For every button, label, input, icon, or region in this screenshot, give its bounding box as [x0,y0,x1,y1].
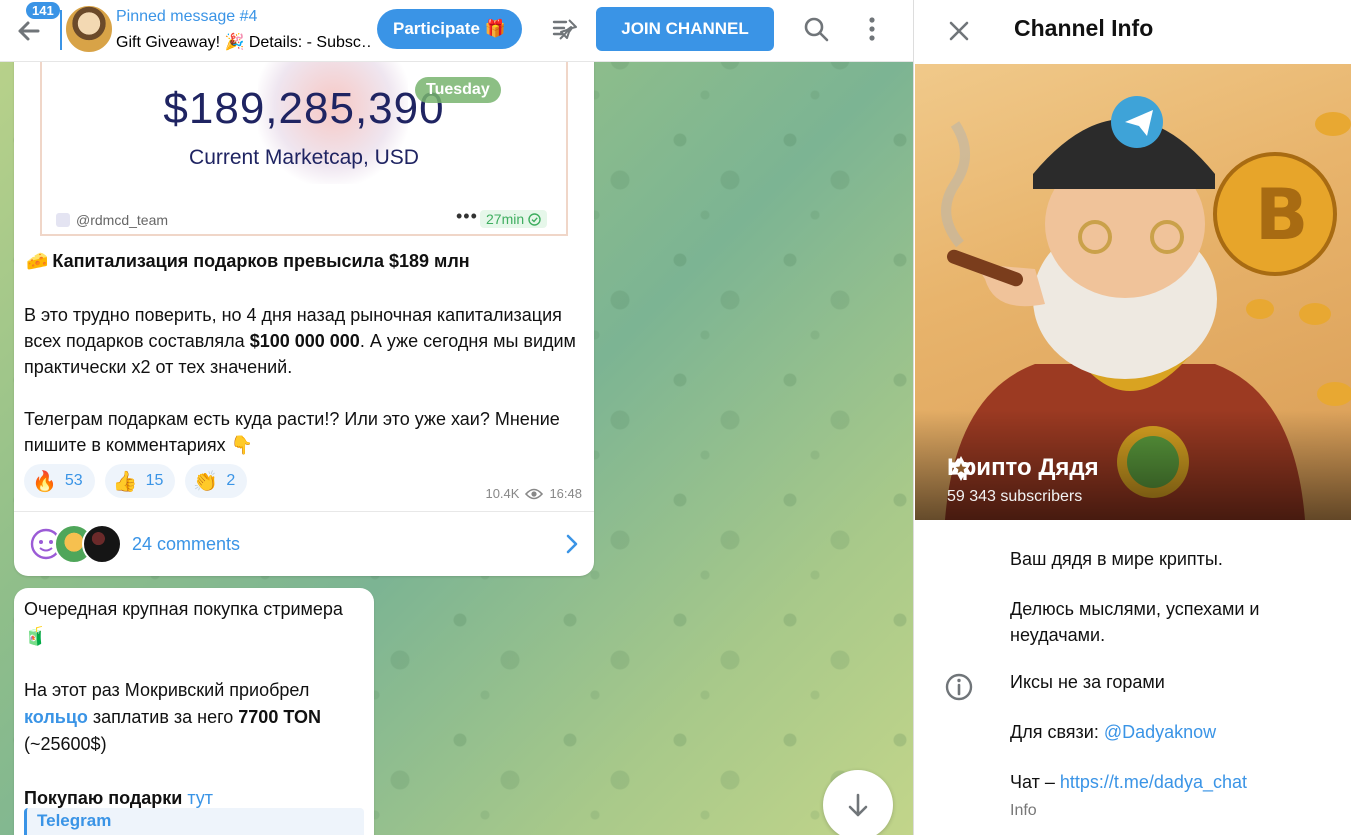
back-arrow-icon[interactable] [12,14,46,48]
view-count: 10.4K [485,486,520,501]
ring-link[interactable]: кольцо [24,707,88,727]
bold-amount: $100 000 000 [249,331,360,351]
reaction-clap[interactable]: 👏 2 [185,464,248,498]
info-lines: Иксы не за горами Для связи: @Dadyaknow … [1010,672,1340,822]
embed-time-badge: 27min [480,210,548,228]
post-paragraph-2: Телеграм подаркам есть куда расти!? Или … [24,409,560,455]
handle-text: @rdmcd_team [76,212,169,228]
comments-link[interactable]: 24 comments [14,511,594,576]
fire-icon: 🔥 [32,470,57,493]
post-body: В это трудно поверить, но 4 дня назад ры… [24,302,584,484]
chat-area: 141 Pinned message #4 Gift Giveaway! 🎉 D… [0,0,913,835]
post-2-paragraph: На этот раз Мокривский приобрел кольцо з… [24,680,321,754]
avatar [82,524,122,564]
channel-name: Крипто Дядя [947,454,1099,482]
reaction-count: 53 [64,472,83,489]
description-line-2: Делюсь мыслями, успехами и неудачами. [1010,599,1260,645]
post-2-line-1: Очередная крупная покупка стримера 🧃 [24,599,343,646]
channel-info-panel: Channel Info B Крипто Дядя 59 343 subscr… [913,0,1351,835]
info-title: Channel Info [1014,15,1154,41]
info-caption: Info [1010,802,1037,819]
pinned-message-title[interactable]: Pinned message #4 [116,8,257,26]
participate-button[interactable]: Participate 🎁 [377,9,522,49]
unread-count-badge: 141 [26,2,60,19]
reaction-count: 15 [145,472,164,489]
embed-dots: ••• [456,206,478,226]
message-meta: 10.4K 16:48 [485,486,582,501]
description-line-1: Ваш дядя в мире крипты. [1010,549,1223,569]
join-channel-button[interactable]: JOIN CHANNEL [596,7,774,51]
check-circle-icon [528,212,541,226]
pinned-list-icon[interactable] [551,16,579,44]
handle-avatar-icon [56,213,70,227]
chevron-right-icon [566,534,578,554]
svg-text:B: B [1255,174,1308,256]
pinned-thumbnail[interactable] [64,4,114,54]
channel-cover[interactable]: B Крипто Дядя 59 343 subscribers [915,64,1351,520]
info-line-2: Для связи: @Dadyaknow [1010,722,1217,742]
pinned-indicator [60,10,62,50]
search-icon[interactable] [802,15,830,43]
post-paragraph-1: В это трудно поверить, но 4 дня назад ры… [24,305,576,377]
pinned-message-text[interactable]: Gift Giveaway! 🎉 Details: - Subsc… [116,32,372,52]
eye-icon [525,488,544,499]
verified-star-icon [950,456,972,481]
cheese-emoji-icon: 🧀 [26,251,49,271]
embed-handle: @rdmcd_team [56,212,168,228]
contact-link[interactable]: @Dadyaknow [1104,722,1216,742]
post-title: 🧀 Капитализация подарков превысила $189 … [26,251,470,272]
more-options-icon[interactable] [858,15,886,43]
date-separator: Tuesday [415,77,501,103]
subscriber-count: 59 343 subscribers [947,488,1083,505]
chat-header: 141 Pinned message #4 Gift Giveaway! 🎉 D… [0,0,913,62]
chat-link[interactable]: https://t.me/dadya_chat [1060,772,1247,792]
commenter-avatars [26,524,136,564]
channel-description: Ваш дядя в мире крипты. Делюсь мыслями, … [1010,546,1330,672]
link-preview[interactable]: Telegram [24,808,364,835]
here-link[interactable]: тут [187,788,213,808]
reaction-count: 2 [226,472,236,489]
info-line-1: Иксы не за горами [1010,672,1165,692]
info-line-3: Чат – https://t.me/dadya_chat [1010,772,1247,792]
bold-ton: 7700 TON [238,707,321,727]
market-label: Current Marketcap, USD [189,146,419,169]
channel-post: $189,285,390 Current Marketcap, USD @rdm… [14,44,594,576]
thumbs-up-icon: 👍 [112,470,138,493]
arrow-down-icon [848,793,868,817]
scroll-down-button[interactable] [823,770,893,835]
message-time: 16:48 [549,486,582,501]
info-header: Channel Info [914,0,1351,62]
clap-icon: 👏 [193,470,219,493]
reactions-bar: 🔥 53 👍 15 👏 2 [24,464,248,498]
comments-count: 24 comments [132,533,241,554]
reaction-fire[interactable]: 🔥 53 [24,464,95,498]
embed-time: 27min [486,211,525,227]
post-title-text: Капитализация подарков превысила $189 мл… [52,251,470,271]
reaction-thumbs-up[interactable]: 👍 15 [104,464,176,498]
channel-post-2: Очередная крупная покупка стримера 🧃 На … [14,588,374,835]
info-icon [945,673,973,701]
post-2-body: Очередная крупная покупка стримера 🧃 На … [24,596,364,835]
close-icon[interactable] [944,16,974,46]
